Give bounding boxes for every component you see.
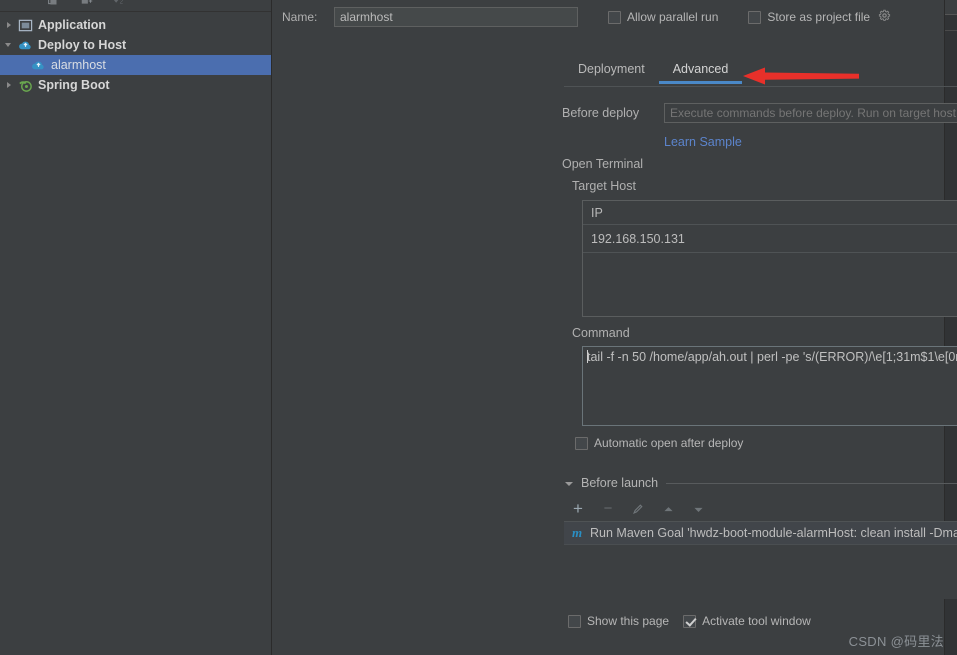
column-header-ip: IP bbox=[591, 205, 603, 220]
name-input[interactable] bbox=[334, 7, 578, 27]
application-icon bbox=[17, 17, 33, 33]
before-launch-empty-area bbox=[564, 545, 957, 599]
target-host-table[interactable]: IP 192.168.150.131 SSH Configuration bbox=[582, 200, 957, 317]
chevron-right-icon[interactable] bbox=[4, 20, 15, 31]
move-up-icon bbox=[660, 501, 676, 517]
store-as-project-file-label: Store as project file bbox=[767, 10, 871, 24]
cloud-icon bbox=[17, 37, 33, 53]
checkbox-box[interactable] bbox=[683, 614, 697, 628]
remove-icon: − bbox=[603, 500, 613, 517]
table-row[interactable]: 192.168.150.131 SSH Configuration bbox=[583, 225, 957, 253]
run-configuration-dialog: 2 Application Deploy to Host alarmhost S… bbox=[0, 0, 957, 655]
tab-deployment[interactable]: Deployment bbox=[564, 58, 659, 83]
before-deploy-input[interactable] bbox=[664, 103, 957, 123]
learn-sample-link[interactable]: Learn Sample bbox=[664, 135, 742, 149]
save-configuration-icon[interactable] bbox=[80, 0, 94, 8]
configuration-form-panel: Name: Allow parallel run Store as projec… bbox=[272, 0, 957, 655]
run-configurations-tree-panel: 2 Application Deploy to Host alarmhost S… bbox=[0, 0, 272, 655]
tree-toolbar: 2 bbox=[0, 0, 271, 12]
sort-icon[interactable]: 2 bbox=[110, 0, 124, 8]
activate-tool-window-checkbox[interactable]: Activate tool window bbox=[683, 614, 811, 628]
section-divider bbox=[666, 482, 957, 484]
activate-tool-window-label: Activate tool window bbox=[702, 614, 811, 628]
before-launch-header[interactable]: Before launch bbox=[564, 476, 957, 490]
show-this-page-label: Show this page bbox=[587, 614, 670, 628]
tree-item-alarmhost[interactable]: alarmhost bbox=[0, 55, 271, 75]
name-row: Name: Allow parallel run Store as projec… bbox=[282, 5, 957, 29]
table-header-row: IP bbox=[583, 201, 957, 225]
spring-boot-icon bbox=[17, 77, 33, 93]
target-host-label: Target Host bbox=[572, 179, 636, 193]
chevron-right-icon[interactable] bbox=[4, 80, 15, 91]
tab-bar: Deployment Advanced bbox=[564, 58, 957, 87]
edit-pencil-icon bbox=[630, 501, 646, 517]
cloud-icon bbox=[30, 57, 46, 73]
tree-item-spring-boot[interactable]: Spring Boot bbox=[0, 75, 271, 95]
allow-parallel-run-checkbox[interactable]: Allow parallel run bbox=[608, 10, 718, 24]
svg-text:2: 2 bbox=[120, 0, 124, 6]
tree-item-label: Deploy to Host bbox=[38, 38, 127, 52]
tree-item-label: alarmhost bbox=[51, 58, 106, 72]
footer-options-row: Show this page Activate tool window bbox=[568, 614, 825, 628]
list-item[interactable]: m Run Maven Goal 'hwdz-boot-module-alarm… bbox=[564, 522, 957, 545]
chevron-down-icon[interactable] bbox=[564, 478, 575, 489]
command-value: tail -f -n 50 /home/app/ah.out | perl -p… bbox=[587, 350, 957, 364]
checkbox-box[interactable] bbox=[608, 10, 621, 24]
cell-ip: 192.168.150.131 bbox=[591, 231, 685, 246]
command-textarea[interactable]: tail -f -n 50 /home/app/ah.out | perl -p… bbox=[582, 346, 957, 426]
checkbox-box[interactable] bbox=[748, 10, 762, 24]
tree-item-application[interactable]: Application bbox=[0, 15, 271, 35]
before-launch-toolbar: + − bbox=[564, 497, 957, 522]
before-deploy-label: Before deploy bbox=[562, 106, 640, 120]
command-label: Command bbox=[572, 326, 630, 340]
checkbox-box[interactable] bbox=[568, 614, 581, 628]
before-launch-title: Before launch bbox=[581, 476, 659, 490]
name-label: Name: bbox=[282, 10, 318, 24]
show-this-page-checkbox[interactable]: Show this page bbox=[568, 614, 669, 628]
gear-icon[interactable] bbox=[878, 9, 891, 25]
store-as-project-file-checkbox[interactable]: Store as project file bbox=[748, 9, 891, 25]
chevron-down-icon[interactable] bbox=[4, 40, 15, 51]
copy-configuration-icon[interactable] bbox=[46, 0, 60, 8]
add-icon[interactable]: + bbox=[570, 500, 586, 517]
watermark: CSDN @码里法 bbox=[848, 634, 944, 649]
tree-item-deploy-to-host[interactable]: Deploy to Host bbox=[0, 35, 271, 55]
open-terminal-label: Open Terminal bbox=[562, 157, 644, 171]
automatic-open-after-deploy-label: Automatic open after deploy bbox=[594, 436, 744, 450]
list-item-label: Run Maven Goal 'hwdz-boot-module-alarmHo… bbox=[590, 526, 957, 540]
tree-item-label: Application bbox=[38, 18, 107, 32]
move-down-icon bbox=[690, 501, 706, 517]
automatic-open-after-deploy-checkbox[interactable]: Automatic open after deploy bbox=[575, 436, 743, 450]
allow-parallel-run-label: Allow parallel run bbox=[627, 10, 719, 24]
tab-advanced[interactable]: Advanced bbox=[658, 58, 743, 84]
checkbox-box[interactable] bbox=[575, 436, 588, 450]
tree-rows: Application Deploy to Host alarmhost Spr… bbox=[0, 12, 271, 95]
tree-item-label: Spring Boot bbox=[38, 78, 110, 92]
maven-icon: m bbox=[571, 525, 583, 540]
before-launch-panel: + − m Run Maven Goal 'hwdz-boot-module-a… bbox=[564, 497, 957, 599]
